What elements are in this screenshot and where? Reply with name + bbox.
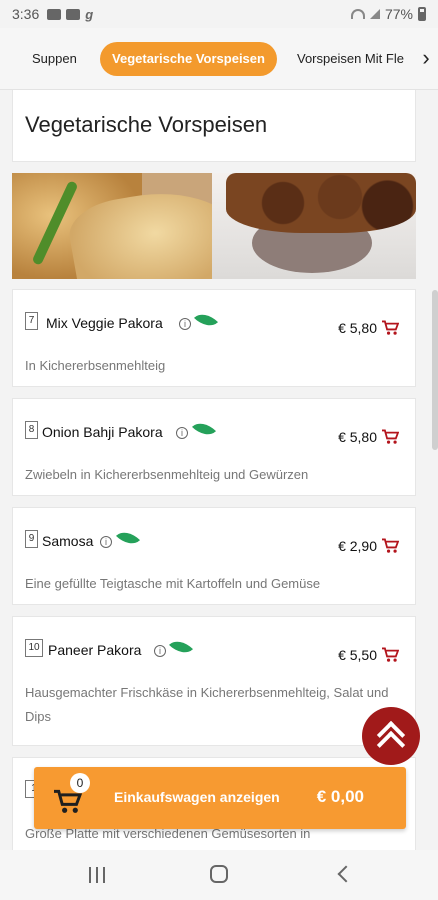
- menu-item[interactable]: 9 Samosa i € 2,90 Eine gefüllte Teigtasc…: [12, 507, 416, 605]
- item-description: Hausgemachter Frischkäse in Kichererbsen…: [25, 685, 389, 724]
- menu-item[interactable]: 7 Mix Veggie Pakora i € 5,80 In Kicherer…: [12, 289, 416, 387]
- item-name: Onion Bahji Pakora: [42, 424, 163, 440]
- tab-suppen[interactable]: Suppen: [32, 42, 92, 76]
- vegetarian-leaf-icon: [168, 634, 194, 660]
- battery-percent: 77%: [384, 6, 413, 22]
- item-name: Samosa: [42, 533, 94, 549]
- item-name: Paneer Pakora: [48, 642, 142, 658]
- info-icon[interactable]: i: [100, 536, 112, 548]
- info-icon[interactable]: i: [179, 318, 191, 330]
- category-tab-bar: Suppen Vegetarische Vorspeisen Vorspeise…: [0, 28, 438, 90]
- back-icon[interactable]: [336, 863, 355, 887]
- info-icon[interactable]: i: [176, 427, 188, 439]
- item-price: € 5,80: [338, 429, 377, 445]
- add-to-cart-icon[interactable]: [381, 647, 399, 663]
- home-icon[interactable]: [210, 863, 230, 887]
- scroll-to-top-button[interactable]: [362, 707, 420, 765]
- gallery-notification-icon: [47, 8, 62, 20]
- item-price: € 2,90: [338, 538, 377, 554]
- menu-item[interactable]: 8 Onion Bahji Pakora i € 5,80 Zwiebeln i…: [12, 398, 416, 496]
- status-time: 3:36: [12, 6, 40, 22]
- item-number: 10: [25, 639, 43, 657]
- item-number: 8: [25, 421, 38, 439]
- section-title: Vegetarische Vorspeisen: [25, 112, 268, 137]
- item-description: Zwiebeln in Kichererbsenmehlteig und Gew…: [25, 467, 309, 482]
- vegetarian-leaf-icon: [193, 307, 219, 333]
- menu-item[interactable]: 10 Paneer Pakora i € 5,50 Hausgemachter …: [12, 616, 416, 746]
- tab-vegetarische-vorspeisen[interactable]: Vegetarische Vorspeisen: [100, 42, 277, 76]
- info-icon[interactable]: i: [154, 645, 166, 657]
- vegetarian-leaf-icon: [191, 416, 217, 442]
- vegetarian-leaf-icon: [115, 525, 141, 551]
- item-description: In Kichererbsenmehlteig: [25, 358, 166, 373]
- item-name: Mix Veggie Pakora: [46, 315, 163, 331]
- scrollbar-thumb[interactable]: [432, 290, 438, 450]
- signal-icon: [369, 9, 380, 19]
- cart-total: € 0,00: [316, 787, 364, 806]
- item-price: € 5,80: [338, 320, 377, 336]
- view-cart-label: Einkaufswagen anzeigen: [114, 789, 280, 805]
- battery-icon: [418, 7, 426, 21]
- item-number: 9: [25, 530, 38, 548]
- tabs-next-chevron-icon[interactable]: ›: [414, 44, 438, 74]
- youtube-notification-icon: [66, 8, 81, 20]
- view-cart-button[interactable]: 0 Einkaufswagen anzeigen € 0,00: [34, 767, 406, 829]
- item-price: € 5,50: [338, 647, 377, 663]
- shopping-cart-icon: [54, 789, 82, 813]
- item-description: Eine gefüllte Teigtasche mit Kartoffeln …: [25, 576, 321, 591]
- item-number: 7: [25, 312, 38, 330]
- tab-vorspeisen-mit-fleisch[interactable]: Vorspeisen Mit Fle: [297, 42, 413, 76]
- recents-icon[interactable]: [89, 863, 107, 887]
- status-bar: 3:36 g 77%: [0, 0, 438, 28]
- system-navigation-bar: [0, 850, 438, 900]
- add-to-cart-icon[interactable]: [381, 320, 399, 336]
- add-to-cart-icon[interactable]: [381, 538, 399, 554]
- cart-count-badge: 0: [70, 773, 90, 793]
- wifi-icon: [350, 9, 365, 19]
- add-to-cart-icon[interactable]: [381, 429, 399, 445]
- category-hero-image: [12, 173, 416, 279]
- app-notification-icon: g: [85, 6, 94, 22]
- section-header: Vegetarische Vorspeisen: [12, 90, 416, 162]
